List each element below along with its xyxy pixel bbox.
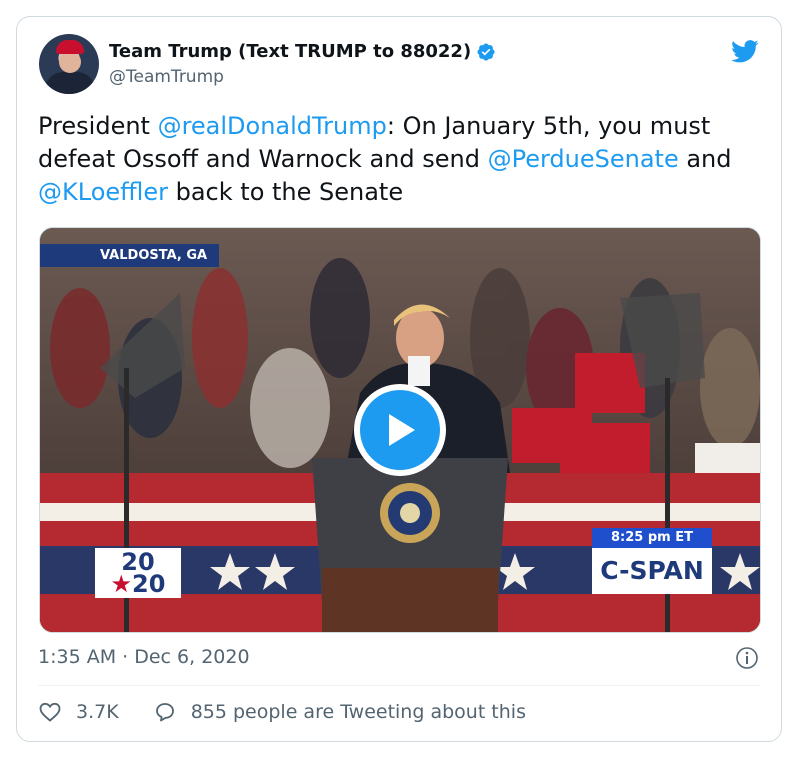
tweet-text-part: President [38, 112, 158, 140]
tweet-text-part: and [678, 145, 732, 173]
time-chyron: 8:25 pm ET [592, 528, 712, 548]
tweet-text: President @realDonaldTrump: On January 5… [38, 110, 758, 209]
info-icon[interactable] [735, 646, 759, 670]
speech-bubble-icon [155, 703, 174, 722]
mention-link[interactable]: @KLoeffler [38, 178, 168, 206]
heart-icon [39, 702, 61, 722]
engagement-bar: 3.7K 855 people are Tweeting about this [38, 700, 526, 724]
author-handle[interactable]: @TeamTrump [109, 67, 224, 87]
twitter-bird-icon[interactable] [729, 37, 761, 65]
profile-avatar[interactable] [39, 34, 99, 94]
mention-link[interactable]: @realDonaldTrump [158, 112, 387, 140]
like-count: 3.7K [76, 701, 119, 723]
tweet-text-part: back to the Senate [167, 178, 404, 206]
author-name-row[interactable]: Team Trump (Text TRUMP to 88022) [109, 41, 496, 62]
election-2020-logo: 20 ★20 [95, 548, 181, 598]
play-icon [389, 414, 415, 446]
play-button[interactable] [354, 384, 446, 476]
author-display-name[interactable]: Team Trump (Text TRUMP to 88022) [109, 41, 471, 62]
conversation-link[interactable]: 855 people are Tweeting about this [153, 700, 526, 724]
divider [38, 685, 760, 686]
conversation-text: 855 people are Tweeting about this [190, 701, 526, 723]
video-player[interactable]: VALDOSTA, GA 20 ★20 8:25 pm ET C-SPAN [39, 227, 761, 633]
mention-link[interactable]: @PerdueSenate [488, 145, 679, 173]
like-button[interactable]: 3.7K [38, 700, 119, 724]
verified-badge-icon [477, 42, 495, 61]
star-glyph: ★ [110, 570, 133, 598]
tweet-card: Team Trump (Text TRUMP to 88022) @TeamTr… [16, 16, 782, 742]
tweet-timestamp[interactable]: 1:35 AM · Dec 6, 2020 [38, 646, 250, 668]
network-logo: C-SPAN [592, 548, 712, 594]
year-bottom: 20 [132, 570, 166, 598]
location-chyron: VALDOSTA, GA [40, 244, 220, 267]
